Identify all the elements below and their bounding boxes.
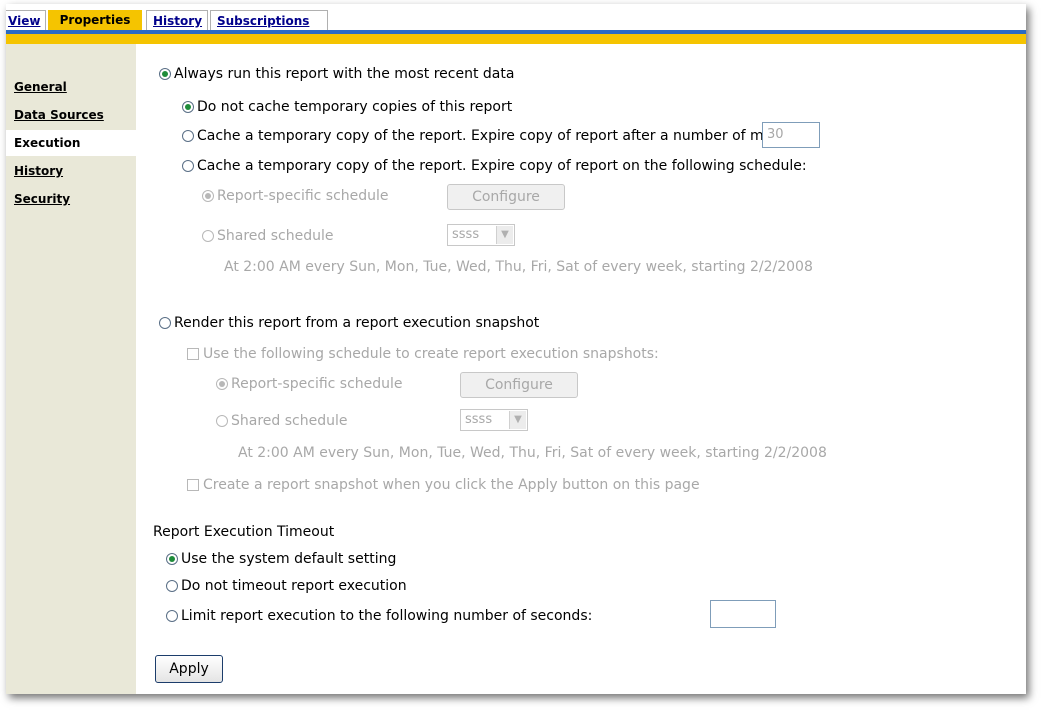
snapshot-shared-selected: ssss <box>465 412 493 427</box>
limit-seconds-input[interactable] <box>710 600 776 628</box>
tab-properties[interactable]: Properties <box>48 10 142 30</box>
snapshot-configure-button[interactable]: Configure <box>460 372 578 398</box>
option-shared-schedule[interactable]: Shared schedule <box>202 225 333 247</box>
checkbox-use-schedule-snapshots[interactable] <box>187 348 199 360</box>
option-snapshot-shared[interactable]: Shared schedule <box>216 410 347 432</box>
radio-no-cache[interactable] <box>182 101 194 113</box>
sidebar-item-data-sources[interactable]: Data Sources <box>6 102 136 128</box>
tab-view[interactable]: View <box>6 10 46 30</box>
sidebar-item-general[interactable]: General <box>6 74 136 100</box>
option-no-cache[interactable]: Do not cache temporary copies of this re… <box>182 96 512 118</box>
report-properties-window: View Properties History Subscriptions Ge… <box>6 4 1026 694</box>
option-report-specific-schedule[interactable]: Report-specific schedule <box>202 185 389 207</box>
schedule-description: At 2:00 AM every Sun, Mon, Tue, Wed, Thu… <box>224 259 813 275</box>
tab-history[interactable]: History <box>146 10 208 30</box>
label-system-default: Use the system default setting <box>181 551 397 567</box>
option-create-snapshot-on-apply[interactable]: Create a report snapshot when you click … <box>187 474 700 496</box>
label-limit-seconds: Limit report execution to the following … <box>181 608 593 624</box>
chevron-down-icon: ▼ <box>509 411 526 429</box>
radio-system-default[interactable] <box>166 553 178 565</box>
label-no-timeout: Do not timeout report execution <box>181 578 407 594</box>
radio-snapshot-report-specific[interactable] <box>216 378 228 390</box>
sidebar-item-execution[interactable]: Execution <box>6 130 136 156</box>
label-no-cache: Do not cache temporary copies of this re… <box>197 99 513 115</box>
chevron-down-icon: ▼ <box>496 226 513 244</box>
label-create-snapshot-on-apply: Create a report snapshot when you click … <box>203 477 700 493</box>
label-cache-minutes: Cache a temporary copy of the report. Ex… <box>197 128 812 144</box>
snapshot-schedule-description: At 2:00 AM every Sun, Mon, Tue, Wed, Thu… <box>238 445 827 461</box>
apply-button[interactable]: Apply <box>155 655 223 683</box>
header-yellow-bar <box>6 34 1026 44</box>
execution-settings: Always run this report with the most rec… <box>136 44 1026 694</box>
radio-no-timeout[interactable] <box>166 580 178 592</box>
shared-schedule-selected: ssss <box>452 227 480 242</box>
radio-snapshot-shared[interactable] <box>216 415 228 427</box>
sidebar-item-history[interactable]: History <box>6 158 136 184</box>
option-snapshot-report-specific[interactable]: Report-specific schedule <box>216 373 403 395</box>
label-cache-schedule: Cache a temporary copy of the report. Ex… <box>197 158 807 174</box>
label-shared-schedule: Shared schedule <box>217 228 334 244</box>
sidebar-item-security[interactable]: Security <box>6 186 136 212</box>
label-report-specific-schedule: Report-specific schedule <box>217 188 389 204</box>
option-system-default[interactable]: Use the system default setting <box>166 548 396 570</box>
label-snapshot-shared: Shared schedule <box>231 413 348 429</box>
radio-render-snapshot[interactable] <box>159 317 171 329</box>
checkbox-create-snapshot-on-apply[interactable] <box>187 479 199 491</box>
option-use-schedule-snapshots[interactable]: Use the following schedule to create rep… <box>187 343 659 365</box>
label-render-snapshot: Render this report from a report executi… <box>174 315 540 331</box>
option-no-timeout[interactable]: Do not timeout report execution <box>166 575 407 597</box>
radio-cache-schedule[interactable] <box>182 160 194 172</box>
radio-always-run[interactable] <box>159 68 171 80</box>
cache-minutes-input[interactable]: 30 <box>762 122 820 148</box>
option-limit-seconds[interactable]: Limit report execution to the following … <box>166 605 592 627</box>
radio-shared-schedule[interactable] <box>202 230 214 242</box>
tab-subscriptions[interactable]: Subscriptions <box>210 10 328 30</box>
label-use-schedule-snapshots: Use the following schedule to create rep… <box>203 346 659 362</box>
option-cache-minutes[interactable]: Cache a temporary copy of the report. Ex… <box>182 125 811 147</box>
timeout-heading: Report Execution Timeout <box>153 524 335 540</box>
snapshot-shared-select[interactable]: ssss ▼ <box>460 409 528 431</box>
label-always-run: Always run this report with the most rec… <box>174 66 515 82</box>
radio-cache-minutes[interactable] <box>182 130 194 142</box>
configure-button[interactable]: Configure <box>447 184 565 210</box>
radio-limit-seconds[interactable] <box>166 610 178 622</box>
option-cache-schedule[interactable]: Cache a temporary copy of the report. Ex… <box>182 155 807 177</box>
sidebar: General Data Sources Execution History S… <box>6 44 136 694</box>
shared-schedule-select[interactable]: ssss ▼ <box>447 224 515 246</box>
option-render-snapshot[interactable]: Render this report from a report executi… <box>159 312 539 334</box>
radio-report-specific-schedule[interactable] <box>202 190 214 202</box>
label-snapshot-report-specific: Report-specific schedule <box>231 376 403 392</box>
option-always-run[interactable]: Always run this report with the most rec… <box>159 63 514 85</box>
tab-bar: View Properties History Subscriptions <box>6 4 1026 32</box>
